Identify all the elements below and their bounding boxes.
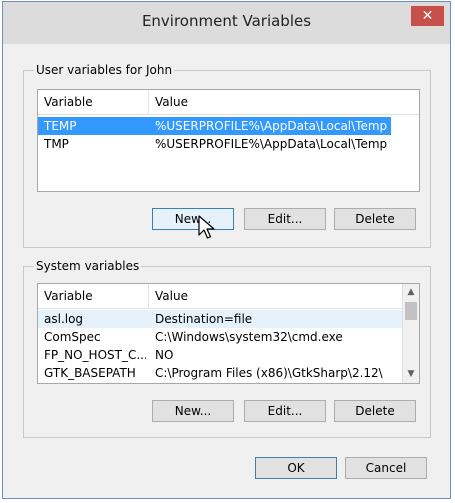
- system-new-button[interactable]: New...: [152, 400, 234, 422]
- scrollbar-thumb[interactable]: [405, 302, 417, 320]
- variable-name: TMP: [44, 137, 69, 151]
- dialog-title: Environment Variables: [141, 12, 312, 30]
- column-header-variable[interactable]: Variable: [44, 289, 93, 303]
- arrow-pointer-icon: [198, 215, 215, 239]
- environment-variables-dialog: Environment Variables ✕ User variables f…: [2, 1, 451, 499]
- cancel-button[interactable]: Cancel: [345, 457, 427, 479]
- user-delete-button[interactable]: Delete: [334, 208, 416, 230]
- chevron-down-icon[interactable]: ▼: [403, 366, 419, 383]
- variable-value: Destination=file: [155, 312, 253, 326]
- variable-value: C:\Program Files (x86)\GtkSharp\2.12\: [155, 366, 383, 380]
- system-variables-label: System variables: [34, 259, 142, 273]
- column-divider[interactable]: [148, 90, 149, 114]
- column-divider[interactable]: [148, 284, 149, 308]
- system-list-header: Variable Value: [38, 284, 419, 309]
- system-delete-button[interactable]: Delete: [334, 400, 416, 422]
- title-bar[interactable]: Environment Variables ✕: [3, 2, 450, 44]
- system-variable-row[interactable]: ComSpec C:\Windows\system32\cmd.exe: [38, 328, 419, 346]
- user-edit-button[interactable]: Edit...: [244, 208, 326, 230]
- dialog-body: User variables for John Variable Value T…: [12, 44, 442, 493]
- user-list-header: Variable Value: [38, 90, 419, 115]
- variable-name: asl.log: [44, 312, 84, 326]
- ok-button[interactable]: OK: [255, 457, 337, 479]
- variable-name: ComSpec: [44, 330, 101, 344]
- user-new-button[interactable]: New...: [152, 208, 234, 230]
- system-variable-row[interactable]: GTK_BASEPATH C:\Program Files (x86)\GtkS…: [38, 364, 419, 382]
- variable-value: %USERPROFILE%\AppData\Local\Temp: [155, 137, 388, 151]
- user-variable-row-temp[interactable]: TEMP %USERPROFILE%\AppData\Local\Temp: [38, 117, 391, 135]
- chevron-up-icon[interactable]: ▲: [403, 284, 419, 301]
- variable-value: C:\Windows\system32\cmd.exe: [155, 330, 343, 344]
- variable-name: GTK_BASEPATH: [44, 366, 136, 380]
- variable-name: FP_NO_HOST_C...: [44, 348, 146, 362]
- variable-value: %USERPROFILE%\AppData\Local\Temp: [155, 119, 388, 133]
- user-variables-list[interactable]: Variable Value TEMP %USERPROFILE%\AppDat…: [37, 89, 420, 192]
- close-icon: ✕: [421, 8, 434, 24]
- system-variables-list[interactable]: Variable Value asl.log Destination=file …: [37, 283, 420, 384]
- variable-name: TEMP: [44, 119, 77, 133]
- system-edit-button[interactable]: Edit...: [244, 400, 326, 422]
- system-variable-row[interactable]: asl.log Destination=file: [38, 310, 404, 328]
- variable-value: NO: [155, 348, 174, 362]
- column-header-variable[interactable]: Variable: [44, 95, 93, 109]
- system-variable-row[interactable]: FP_NO_HOST_C... NO: [38, 346, 419, 364]
- close-button[interactable]: ✕: [411, 6, 444, 26]
- user-variables-label: User variables for John: [34, 63, 175, 77]
- column-header-value[interactable]: Value: [155, 95, 188, 109]
- user-variable-row-tmp[interactable]: TMP %USERPROFILE%\AppData\Local\Temp: [38, 135, 419, 153]
- column-header-value[interactable]: Value: [155, 289, 188, 303]
- vertical-scrollbar[interactable]: ▲ ▼: [402, 284, 419, 383]
